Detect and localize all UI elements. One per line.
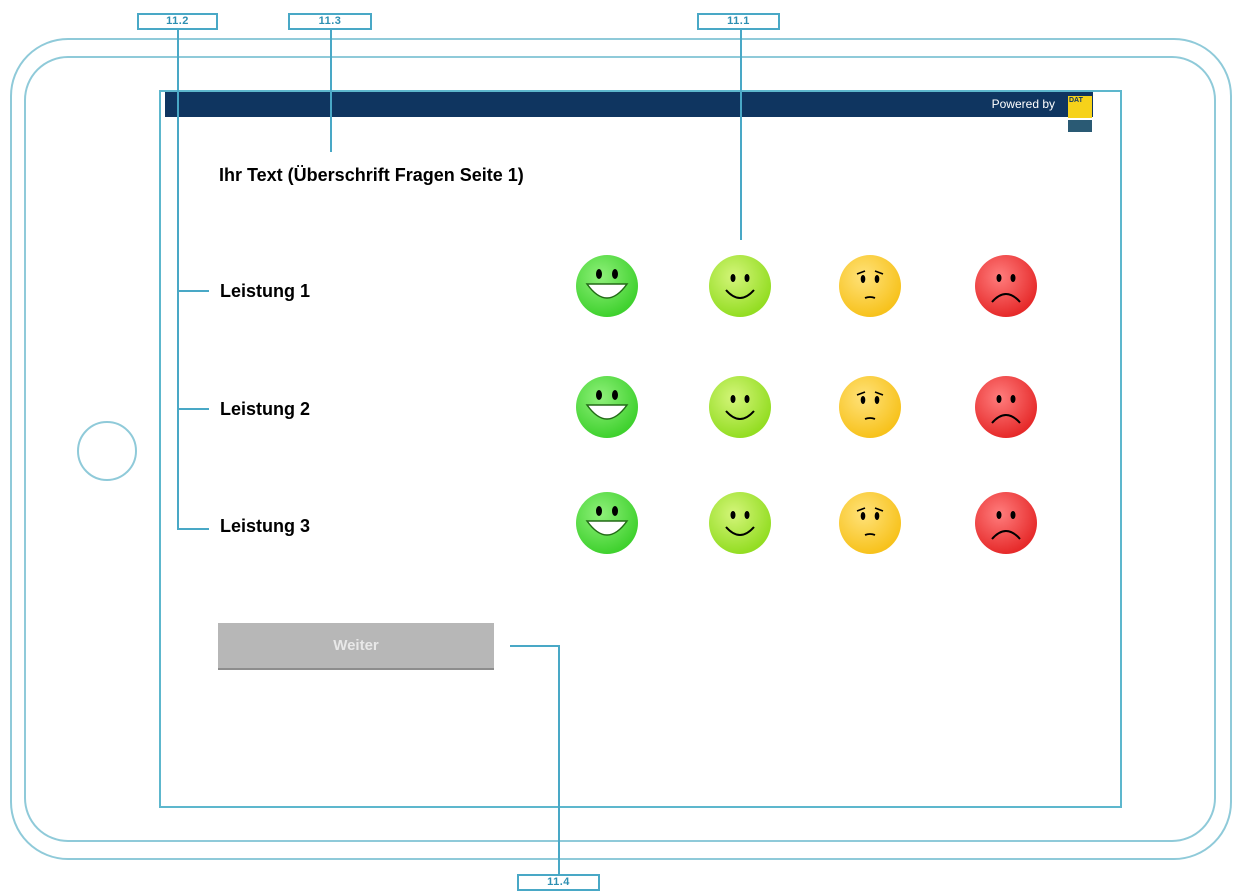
annotation-leader-11-2-tick-3 <box>177 528 209 530</box>
happy-smiley-icon[interactable] <box>708 491 772 555</box>
very-happy-smiley-icon[interactable] <box>575 491 639 555</box>
annotation-label-11-1: 11.1 <box>697 13 780 30</box>
worried-smiley-icon[interactable] <box>838 254 902 318</box>
header-bar: Powered by <box>165 92 1093 117</box>
very-happy-smiley-icon[interactable] <box>575 254 639 318</box>
annotation-leader-11-2-tick-2 <box>177 408 209 410</box>
page-heading: Ihr Text (Überschrift Fragen Seite 1) <box>219 165 524 185</box>
annotation-leader-11-3 <box>330 30 332 152</box>
annotation-label-11-3: 11.3 <box>288 13 372 30</box>
app-screen <box>159 90 1122 808</box>
dat-logo: DAT <box>1068 96 1092 132</box>
row-label-leistung-3: Leistung 3 <box>220 516 311 536</box>
sad-smiley-icon[interactable] <box>974 254 1038 318</box>
next-button[interactable]: Weiter <box>218 623 494 670</box>
annotation-label-11-4: 11.4 <box>517 874 600 891</box>
annotation-label-11-2: 11.2 <box>137 13 218 30</box>
worried-smiley-icon[interactable] <box>838 375 902 439</box>
very-happy-smiley-icon[interactable] <box>575 375 639 439</box>
annotation-leader-11-1 <box>740 30 742 240</box>
annotation-leader-11-4-h <box>510 645 560 647</box>
annotation-leader-11-2-tick-1 <box>177 290 209 292</box>
row-label-leistung-2: Leistung 2 <box>220 399 311 419</box>
worried-smiley-icon[interactable] <box>838 491 902 555</box>
sad-smiley-icon[interactable] <box>974 375 1038 439</box>
powered-by-text: Powered by <box>991 97 1055 111</box>
row-label-leistung-1: Leistung 1 <box>220 281 311 301</box>
happy-smiley-icon[interactable] <box>708 375 772 439</box>
dat-logo-text: DAT <box>1069 97 1083 104</box>
happy-smiley-icon[interactable] <box>708 254 772 318</box>
annotation-leader-11-2 <box>177 30 179 530</box>
sad-smiley-icon[interactable] <box>974 491 1038 555</box>
annotation-leader-11-4-v <box>558 645 560 874</box>
tablet-home-button[interactable] <box>77 421 137 481</box>
